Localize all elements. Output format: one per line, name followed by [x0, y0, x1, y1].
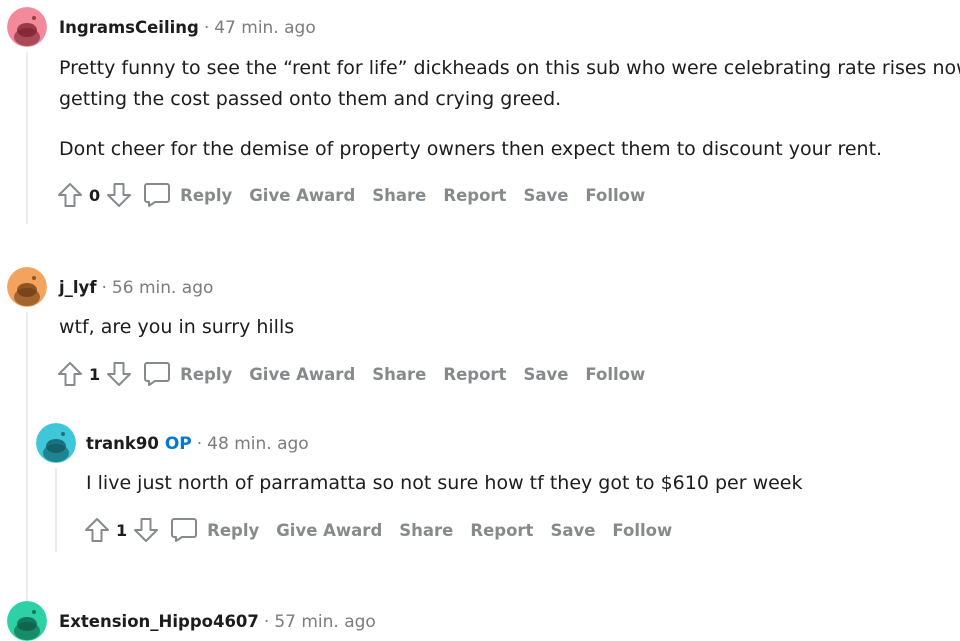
comment-paragraph: I live just north of parramatta so not s… [86, 472, 803, 494]
save-button[interactable]: Save [523, 186, 568, 205]
author-name[interactable]: trank90 [86, 434, 159, 453]
timestamp[interactable]: 56 min. ago [112, 278, 214, 298]
comment-paragraph: getting the cost passed onto them and cr… [59, 88, 562, 110]
reply-label: Reply [180, 364, 233, 384]
snoo-avatar-icon [7, 601, 47, 641]
comment-actions: 0 Reply Give Award Share Report Save Fol… [56, 179, 645, 211]
share-button[interactable]: Share [372, 365, 426, 384]
reply-icon [144, 183, 171, 207]
downvote-button[interactable] [105, 360, 133, 388]
downvote-button[interactable] [132, 516, 160, 544]
upvote-icon [58, 362, 82, 386]
snoo-avatar-icon [36, 423, 76, 463]
op-badge: OP [164, 434, 192, 454]
save-button[interactable]: Save [523, 365, 568, 384]
vote-score: 0 [89, 185, 101, 205]
separator: · [203, 18, 210, 38]
vote-score: 1 [116, 520, 128, 540]
avatar[interactable] [36, 423, 76, 463]
reply-icon [171, 518, 198, 542]
upvote-icon [85, 518, 109, 542]
author-name[interactable]: Extension_Hippo4607 [59, 612, 259, 631]
comment-paragraph: Pretty funny to see the “rent for life” … [59, 57, 960, 79]
thread-line[interactable] [55, 468, 57, 552]
separator: · [196, 434, 203, 454]
comment-body: Pretty funny to see the “rent for life” … [59, 53, 960, 165]
downvote-button[interactable] [105, 181, 133, 209]
reply-label: Reply [207, 520, 260, 540]
reply-icon [144, 362, 171, 386]
upvote-button[interactable] [56, 360, 84, 388]
reply-button[interactable]: Reply [170, 517, 259, 543]
upvote-button[interactable] [56, 181, 84, 209]
comment-actions: 1 Reply Give Award Share Report Save Fol… [83, 514, 672, 546]
comment-meta: Extension_Hippo4607 · 57 min. ago [59, 612, 376, 632]
comment-meta: trank90 OP · 48 min. ago [86, 434, 309, 454]
save-button[interactable]: Save [550, 521, 595, 540]
follow-button[interactable]: Follow [585, 186, 645, 205]
snoo-avatar-icon [7, 7, 47, 47]
separator: · [101, 278, 107, 298]
reply-button[interactable]: Reply [143, 361, 232, 387]
comment-actions: 1 Reply Give Award Share Report Save Fol… [56, 358, 645, 390]
give-award-button[interactable]: Give Award [249, 186, 355, 205]
share-button[interactable]: Share [399, 521, 453, 540]
thread-line[interactable] [26, 312, 28, 639]
downvote-icon [134, 518, 159, 542]
upvote-button[interactable] [83, 516, 111, 544]
give-award-button[interactable]: Give Award [276, 521, 382, 540]
downvote-icon [107, 183, 132, 207]
comment-meta: j_lyf · 56 min. ago [59, 278, 213, 298]
vote-score: 1 [89, 364, 101, 384]
author-name[interactable]: IngramsCeiling [59, 18, 199, 37]
comment-body: wtf, are you in surry hills [59, 312, 294, 343]
follow-button[interactable]: Follow [585, 365, 645, 384]
snoo-avatar-icon [7, 267, 47, 307]
avatar[interactable] [7, 601, 47, 641]
avatar[interactable] [7, 7, 47, 47]
comment-paragraph: Dont cheer for the demise of property ow… [59, 138, 883, 160]
report-button[interactable]: Report [443, 186, 506, 205]
follow-button[interactable]: Follow [612, 521, 672, 540]
report-button[interactable]: Report [443, 365, 506, 384]
timestamp[interactable]: 48 min. ago [207, 434, 309, 454]
timestamp[interactable]: 47 min. ago [214, 18, 316, 38]
comment-paragraph: wtf, are you in surry hills [59, 316, 295, 338]
share-button[interactable]: Share [372, 186, 426, 205]
upvote-icon [58, 183, 82, 207]
comment-body: I live just north of parramatta so not s… [86, 468, 803, 499]
separator: · [263, 612, 270, 632]
timestamp[interactable]: 57 min. ago [274, 612, 376, 632]
downvote-icon [107, 362, 132, 386]
author-name[interactable]: j_lyf [59, 278, 97, 297]
reply-button[interactable]: Reply [143, 182, 232, 208]
give-award-button[interactable]: Give Award [249, 365, 355, 384]
reply-label: Reply [180, 185, 233, 205]
thread-line[interactable] [26, 52, 28, 224]
report-button[interactable]: Report [470, 521, 533, 540]
avatar[interactable] [7, 267, 47, 307]
comment-meta: IngramsCeiling · 47 min. ago [59, 18, 316, 38]
